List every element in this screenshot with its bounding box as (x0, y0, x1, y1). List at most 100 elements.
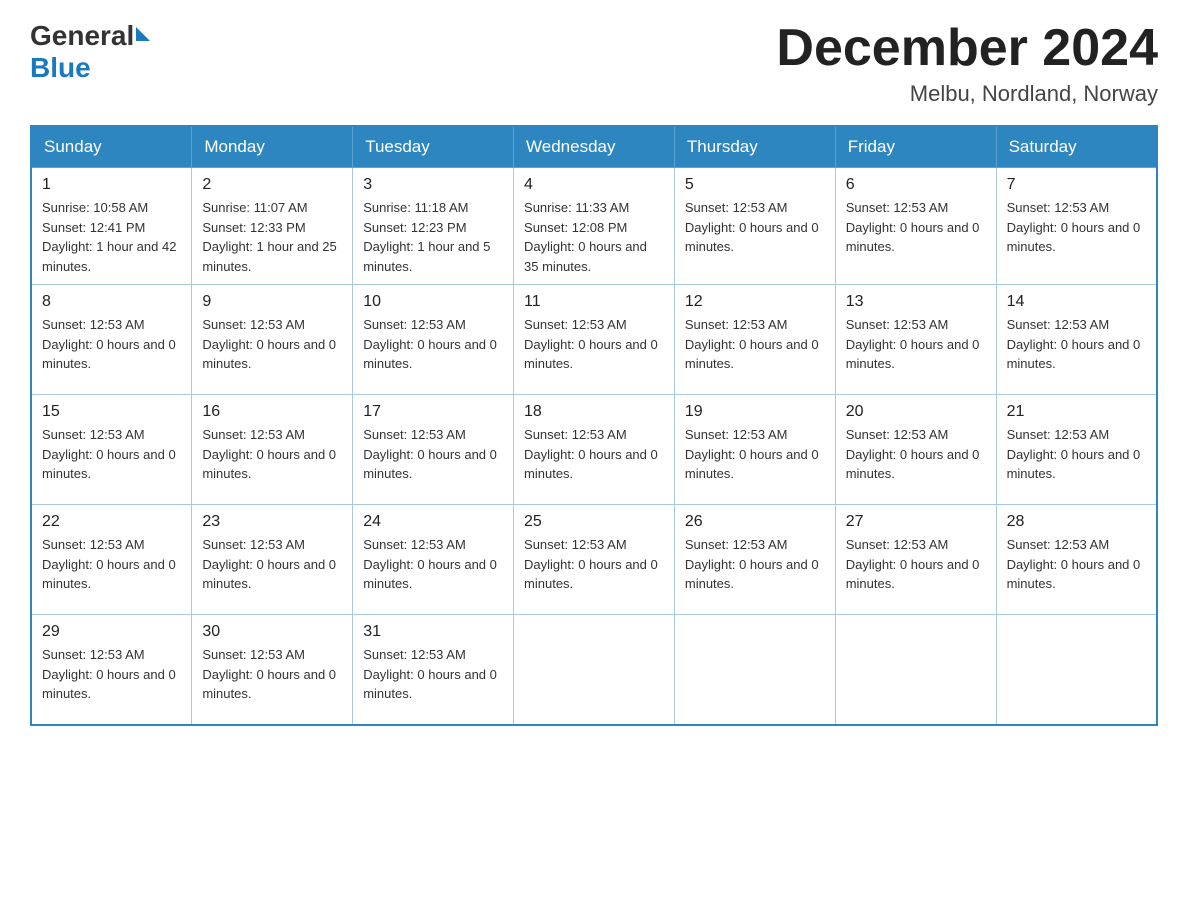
day-number: 9 (202, 293, 342, 311)
calendar-day-cell: 14 Sunset: 12:53 AM Daylight: 0 hours and… (996, 285, 1157, 395)
calendar-day-cell: 22Sunset: 12:53 AM Daylight: 0 hours and… (31, 505, 192, 615)
title-section: December 2024 Melbu, Nordland, Norway (776, 20, 1158, 107)
calendar-day-cell: 18 Sunset: 12:53 AM Daylight: 0 hours and… (514, 395, 675, 505)
calendar-day-cell: 26 Sunset: 12:53 AM Daylight: 0 hours and… (674, 505, 835, 615)
location-subtitle: Melbu, Nordland, Norway (776, 81, 1158, 107)
calendar-day-cell: 20 Sunset: 12:53 AM Daylight: 0 hours and… (835, 395, 996, 505)
calendar-day-cell: 31 Sunset: 12:53 AM Daylight: 0 hours and… (353, 615, 514, 725)
day-info: Sunset: 12:53 AM Daylight: 0 hours and 0… (363, 535, 503, 594)
calendar-header-thursday: Thursday (674, 126, 835, 168)
day-info: Sunset: 12:53 AM Daylight: 0 hours and 0… (524, 425, 664, 484)
calendar-header-row: SundayMondayTuesdayWednesdayThursdayFrid… (31, 126, 1157, 168)
calendar-day-cell: 17Sunset: 12:53 AM Daylight: 0 hours and… (353, 395, 514, 505)
day-number: 20 (846, 403, 986, 421)
day-number: 28 (1007, 513, 1146, 531)
calendar-day-cell: 5 Sunset: 12:53 AM Daylight: 0 hours and … (674, 168, 835, 285)
day-info: Sunset: 12:53 AM Daylight: 0 hours and 0… (846, 425, 986, 484)
day-info: Sunset: 12:53 AM Daylight: 0 hours and 0… (846, 198, 986, 257)
day-info: Sunrise: 10:58 AM Sunset: 12:41 PM Dayli… (42, 198, 181, 276)
calendar-day-cell: 10 Sunset: 12:53 AM Daylight: 0 hours and… (353, 285, 514, 395)
day-info: Sunrise: 11:18 AM Sunset: 12:23 PM Dayli… (363, 198, 503, 276)
day-info: Sunset: 12:53 AM Daylight: 0 hours and 0… (846, 535, 986, 594)
day-info: Sunset: 12:53 AM Daylight: 0 hours and 0… (202, 645, 342, 704)
day-number: 1 (42, 176, 181, 194)
calendar-day-cell: 15Sunset: 12:53 AM Daylight: 0 hours and… (31, 395, 192, 505)
calendar-day-cell: 3 Sunrise: 11:18 AM Sunset: 12:23 PM Dayl… (353, 168, 514, 285)
calendar-day-cell: 6Sunset: 12:53 AM Daylight: 0 hours and … (835, 168, 996, 285)
calendar-day-cell: 12 Sunset: 12:53 AM Daylight: 0 hours and… (674, 285, 835, 395)
day-info: Sunset: 12:53 AM Daylight: 0 hours and 0… (524, 535, 664, 594)
logo-blue-text: Blue (30, 52, 91, 83)
day-info: Sunset: 12:53 AM Daylight: 0 hours and 0… (685, 535, 825, 594)
calendar-day-cell: 30 Sunset: 12:53 AM Daylight: 0 hours and… (192, 615, 353, 725)
day-info: Sunset: 12:53 AM Daylight: 0 hours and 0… (42, 645, 181, 704)
day-number: 14 (1007, 293, 1146, 311)
calendar-day-cell: 13Sunset: 12:53 AM Daylight: 0 hours and… (835, 285, 996, 395)
calendar-day-cell: 19 Sunset: 12:53 AM Daylight: 0 hours and… (674, 395, 835, 505)
day-number: 4 (524, 176, 664, 194)
calendar-header-wednesday: Wednesday (514, 126, 675, 168)
logo-arrow-icon (136, 27, 150, 41)
calendar-day-cell (996, 615, 1157, 725)
day-info: Sunset: 12:53 AM Daylight: 0 hours and 0… (1007, 535, 1146, 594)
calendar-day-cell (835, 615, 996, 725)
day-info: Sunset: 12:53 AM Daylight: 0 hours and 0… (202, 535, 342, 594)
day-number: 31 (363, 623, 503, 641)
day-number: 26 (685, 513, 825, 531)
calendar-header-monday: Monday (192, 126, 353, 168)
calendar-header-tuesday: Tuesday (353, 126, 514, 168)
calendar-day-cell: 11Sunset: 12:53 AM Daylight: 0 hours and… (514, 285, 675, 395)
month-title: December 2024 (776, 20, 1158, 77)
calendar-day-cell: 9Sunset: 12:53 AM Daylight: 0 hours and … (192, 285, 353, 395)
calendar-day-cell: 21 Sunset: 12:53 AM Daylight: 0 hours and… (996, 395, 1157, 505)
day-info: Sunset: 12:53 AM Daylight: 0 hours and 0… (363, 645, 503, 704)
calendar-day-cell (674, 615, 835, 725)
day-number: 30 (202, 623, 342, 641)
day-number: 16 (202, 403, 342, 421)
day-info: Sunset: 12:53 AM Daylight: 0 hours and 0… (1007, 425, 1146, 484)
calendar-day-cell: 28 Sunset: 12:53 AM Daylight: 0 hours and… (996, 505, 1157, 615)
day-number: 12 (685, 293, 825, 311)
day-number: 17 (363, 403, 503, 421)
day-number: 24 (363, 513, 503, 531)
day-number: 21 (1007, 403, 1146, 421)
day-info: Sunset: 12:53 AM Daylight: 0 hours and 0… (202, 425, 342, 484)
day-number: 10 (363, 293, 503, 311)
calendar-week-row: 15Sunset: 12:53 AM Daylight: 0 hours and… (31, 395, 1157, 505)
calendar-day-cell: 2 Sunrise: 11:07 AM Sunset: 12:33 PM Dayl… (192, 168, 353, 285)
day-number: 8 (42, 293, 181, 311)
day-info: Sunset: 12:53 AM Daylight: 0 hours and 0… (685, 315, 825, 374)
day-info: Sunset: 12:53 AM Daylight: 0 hours and 0… (524, 315, 664, 374)
day-info: Sunrise: 11:07 AM Sunset: 12:33 PM Dayli… (202, 198, 342, 276)
day-info: Sunset: 12:53 AM Daylight: 0 hours and 0… (42, 425, 181, 484)
calendar-day-cell: 4 Sunrise: 11:33 AM Sunset: 12:08 PM Dayl… (514, 168, 675, 285)
day-number: 2 (202, 176, 342, 194)
day-info: Sunset: 12:53 AM Daylight: 0 hours and 0… (846, 315, 986, 374)
calendar-day-cell (514, 615, 675, 725)
calendar-header-sunday: Sunday (31, 126, 192, 168)
calendar-table: SundayMondayTuesdayWednesdayThursdayFrid… (30, 125, 1158, 726)
day-info: Sunset: 12:53 AM Daylight: 0 hours and 0… (1007, 315, 1146, 374)
day-info: Sunset: 12:53 AM Daylight: 0 hours and 0… (42, 315, 181, 374)
calendar-day-cell: 1 Sunrise: 10:58 AM Sunset: 12:41 PM Dayl… (31, 168, 192, 285)
calendar-header-saturday: Saturday (996, 126, 1157, 168)
day-number: 3 (363, 176, 503, 194)
calendar-day-cell: 29Sunset: 12:53 AM Daylight: 0 hours and… (31, 615, 192, 725)
day-info: Sunrise: 11:33 AM Sunset: 12:08 PM Dayli… (524, 198, 664, 276)
day-number: 25 (524, 513, 664, 531)
calendar-header-friday: Friday (835, 126, 996, 168)
day-number: 5 (685, 176, 825, 194)
calendar-day-cell: 7Sunset: 12:53 AM Daylight: 0 hours and … (996, 168, 1157, 285)
calendar-day-cell: 27 Sunset: 12:53 AM Daylight: 0 hours and… (835, 505, 996, 615)
day-number: 19 (685, 403, 825, 421)
calendar-day-cell: 16 Sunset: 12:53 AM Daylight: 0 hours and… (192, 395, 353, 505)
calendar-day-cell: 24 Sunset: 12:53 AM Daylight: 0 hours and… (353, 505, 514, 615)
day-number: 27 (846, 513, 986, 531)
day-info: Sunset: 12:53 AM Daylight: 0 hours and 0… (363, 315, 503, 374)
day-number: 18 (524, 403, 664, 421)
day-info: Sunset: 12:53 AM Daylight: 0 hours and 0… (685, 198, 825, 257)
day-info: Sunset: 12:53 AM Daylight: 0 hours and 0… (685, 425, 825, 484)
calendar-week-row: 29Sunset: 12:53 AM Daylight: 0 hours and… (31, 615, 1157, 725)
calendar-day-cell: 23Sunset: 12:53 AM Daylight: 0 hours and… (192, 505, 353, 615)
calendar-week-row: 1 Sunrise: 10:58 AM Sunset: 12:41 PM Dayl… (31, 168, 1157, 285)
